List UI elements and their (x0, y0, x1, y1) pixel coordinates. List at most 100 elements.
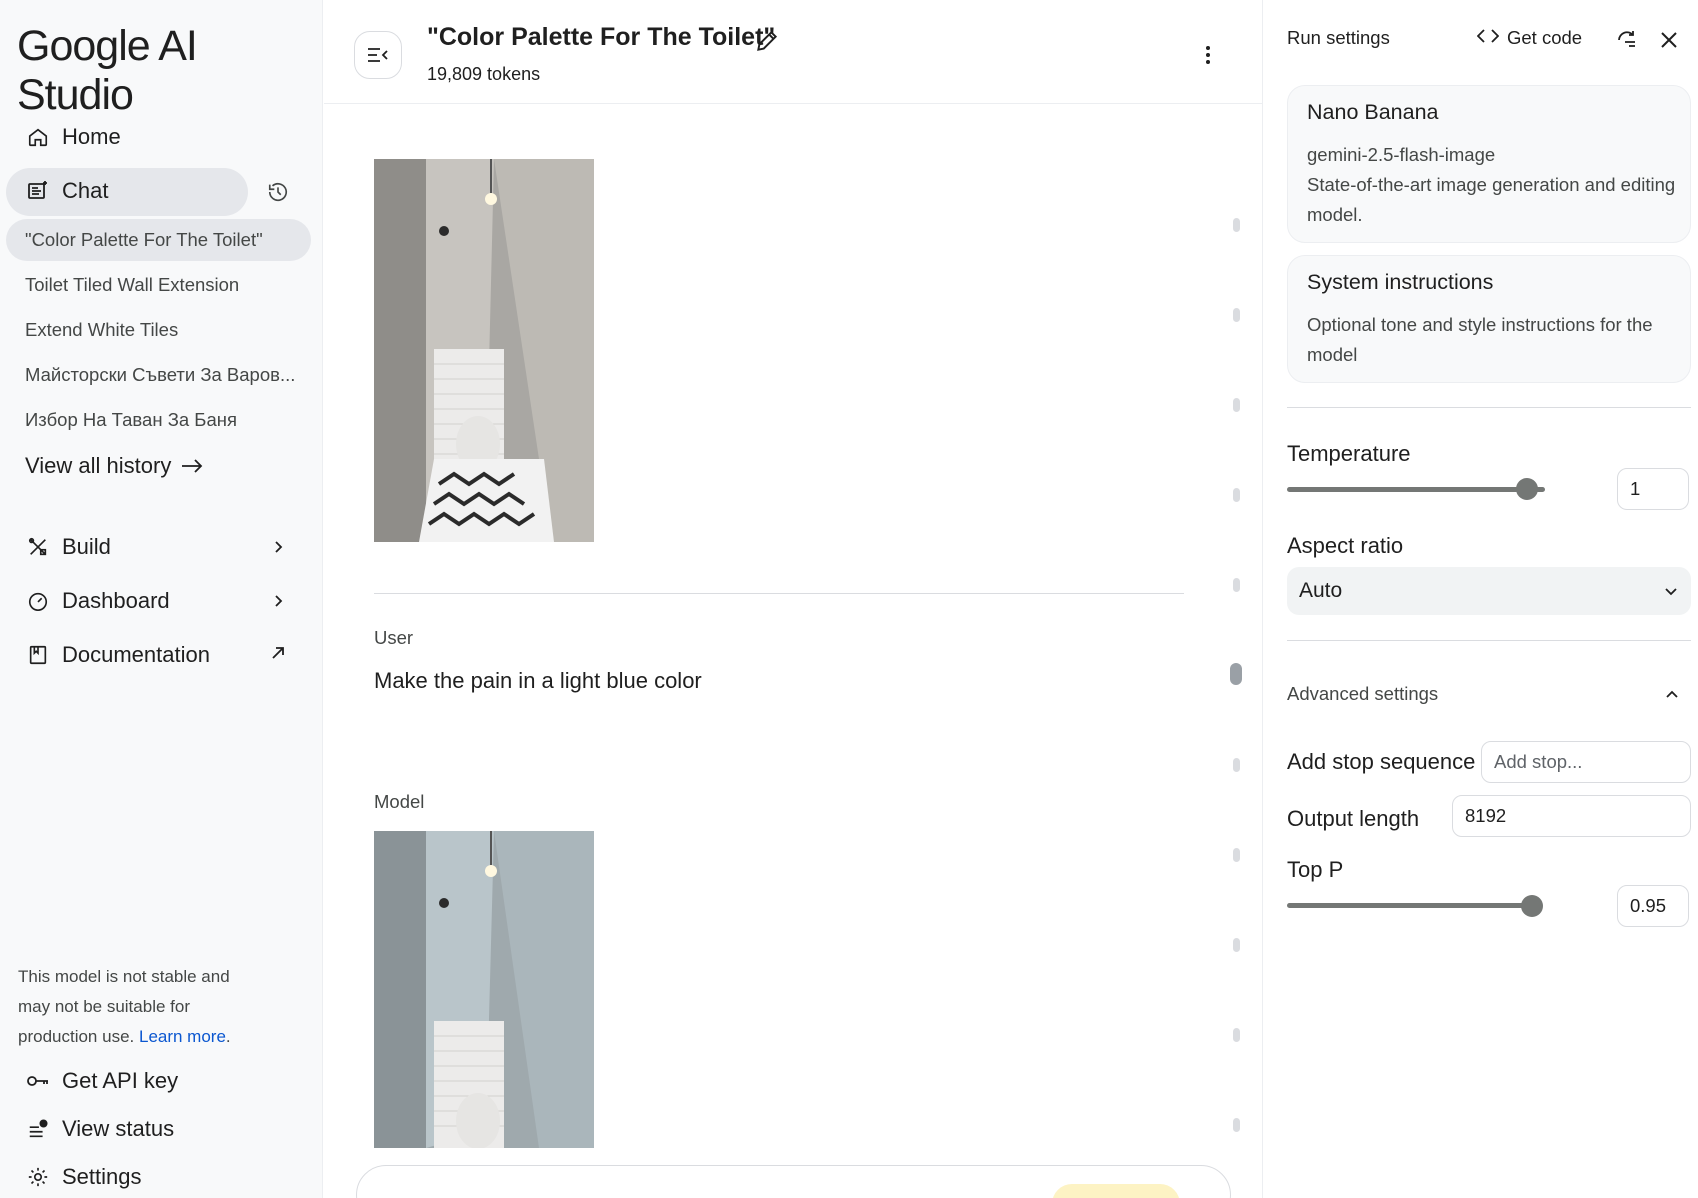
top-p-input[interactable]: 0.95 (1617, 885, 1689, 927)
scroll-marker[interactable] (1233, 398, 1240, 412)
section-divider (1287, 640, 1691, 641)
user-role-label: User (374, 627, 414, 648)
aspect-ratio-select[interactable]: Auto (1287, 567, 1691, 615)
top-p-label: Top P (1287, 857, 1344, 882)
top-p-slider-thumb[interactable] (1521, 895, 1544, 917)
temperature-input[interactable]: 1 (1617, 468, 1689, 510)
nav-chat[interactable]: Chat (26, 171, 108, 211)
dashboard-gauge-icon (26, 589, 50, 613)
page-title: "Color Palette For The Toilet" (427, 23, 776, 51)
learn-more-link[interactable]: Learn more (139, 1027, 226, 1046)
chevron-up-icon[interactable] (1664, 686, 1680, 702)
nav-get-api-key[interactable]: Get API key (26, 1061, 178, 1101)
generated-image-previous[interactable] (374, 159, 594, 542)
nav-settings-label: Settings (62, 1164, 142, 1189)
history-item[interactable]: Extend White Tiles (25, 319, 178, 341)
run-button[interactable] (1052, 1184, 1180, 1198)
nav-get-api-key-label: Get API key (62, 1068, 179, 1093)
get-code-button[interactable]: Get code (1476, 27, 1583, 49)
scroll-marker[interactable] (1233, 938, 1240, 952)
history-item[interactable]: Майсторски Съвети За Варов... (25, 364, 295, 386)
toggle-sidebar-button[interactable] (354, 31, 402, 79)
status-icon (26, 1117, 50, 1141)
history-item[interactable]: "Color Palette For The Toilet" (25, 229, 263, 251)
history-icon[interactable] (264, 178, 292, 206)
compare-icon[interactable] (1615, 28, 1639, 52)
close-icon[interactable] (1657, 28, 1681, 52)
nav-home-label: Home (62, 124, 121, 149)
collapse-menu-icon (368, 48, 388, 62)
nav-settings[interactable]: Settings (26, 1157, 142, 1197)
history-item[interactable]: Избор На Таван За Баня (25, 409, 237, 431)
more-vert-icon[interactable] (1202, 42, 1214, 68)
temperature-label: Temperature (1287, 441, 1411, 466)
get-code-label: Get code (1507, 27, 1583, 48)
scroll-marker[interactable] (1233, 578, 1240, 592)
left-sidebar: Google AI Studio Home Chat "Color Palett… (0, 0, 323, 1198)
chat-main: "Color Palette For The Toilet" 19,809 to… (324, 0, 1262, 1198)
user-message: Make the pain in a light blue color (374, 668, 702, 693)
scroll-marker[interactable] (1233, 308, 1240, 322)
turn-divider (374, 593, 1184, 594)
view-all-history-link[interactable]: View all history (25, 453, 203, 479)
nav-documentation[interactable]: Documentation (26, 635, 210, 675)
scroll-marker[interactable] (1233, 758, 1240, 772)
section-divider (1287, 407, 1691, 408)
scroll-marker[interactable] (1233, 1118, 1240, 1132)
nav-home[interactable]: Home (26, 117, 121, 157)
chat-header: "Color Palette For The Toilet" 19,809 to… (324, 0, 1262, 104)
stop-sequence-input[interactable]: Add stop... (1481, 741, 1691, 783)
chat-sparkle-icon (26, 179, 50, 203)
panel-title: Run settings (1287, 27, 1390, 48)
aspect-ratio-label: Aspect ratio (1287, 533, 1404, 558)
model-selector-card[interactable]: Nano Banana gemini-2.5-flash-image State… (1287, 85, 1691, 243)
chevron-down-icon (1665, 588, 1677, 596)
run-settings-panel: Run settings Get code Nano Banana gemini… (1262, 0, 1698, 1198)
token-count: 19,809 tokens (427, 64, 541, 84)
pencil-edit-icon[interactable] (754, 28, 780, 54)
nav-view-status-label: View status (62, 1116, 175, 1141)
code-brackets-icon (1476, 27, 1500, 49)
output-length-label: Output length (1287, 806, 1420, 831)
top-p-slider[interactable] (1287, 903, 1532, 908)
model-stability-notice: This model is not stable and may not be … (18, 962, 258, 1052)
model-name: Nano Banana (1307, 100, 1439, 124)
notice-period: . (225, 1027, 231, 1046)
nav-view-status[interactable]: View status (26, 1109, 174, 1149)
advanced-settings-toggle[interactable]: Advanced settings (1287, 683, 1438, 705)
scroll-marker[interactable] (1233, 218, 1240, 232)
system-instructions-title: System instructions (1307, 270, 1494, 294)
temperature-slider[interactable] (1287, 487, 1545, 492)
view-all-history-label: View all history (25, 453, 172, 478)
arrow-right-icon (181, 453, 203, 479)
nav-dashboard[interactable]: Dashboard (26, 581, 170, 621)
nav-build-label: Build (62, 534, 111, 559)
chevron-right-icon (275, 595, 283, 607)
model-role-label: Model (374, 791, 425, 812)
documentation-book-icon (26, 643, 50, 667)
external-link-icon (272, 647, 284, 659)
scroll-marker[interactable] (1233, 848, 1240, 862)
output-length-input[interactable]: 8192 (1452, 795, 1691, 837)
stop-sequence-label: Add stop sequence (1287, 749, 1476, 774)
temperature-slider-thumb[interactable] (1515, 478, 1538, 500)
key-icon (26, 1069, 50, 1093)
model-id: gemini-2.5-flash-image (1307, 144, 1496, 165)
aspect-ratio-value: Auto (1299, 579, 1343, 602)
generated-image-latest[interactable] (374, 831, 594, 1148)
nav-chat-label: Chat (62, 178, 109, 203)
nav-documentation-label: Documentation (62, 642, 210, 667)
chevron-right-icon (275, 541, 283, 553)
history-item[interactable]: Toilet Tiled Wall Extension (25, 274, 239, 296)
scroll-marker[interactable] (1233, 488, 1240, 502)
nav-dashboard-label: Dashboard (62, 588, 170, 613)
model-description: State-of-the-art image generation and ed… (1307, 174, 1676, 225)
app-logo[interactable]: Google AI Studio (17, 22, 322, 120)
nav-build[interactable]: Build (26, 527, 111, 567)
scroll-marker[interactable] (1233, 1028, 1240, 1042)
gear-icon (26, 1165, 50, 1189)
system-instructions-card[interactable]: System instructions Optional tone and st… (1287, 255, 1691, 383)
home-icon (26, 125, 50, 149)
build-tools-icon (26, 535, 50, 559)
scroll-thumb[interactable] (1230, 663, 1242, 685)
